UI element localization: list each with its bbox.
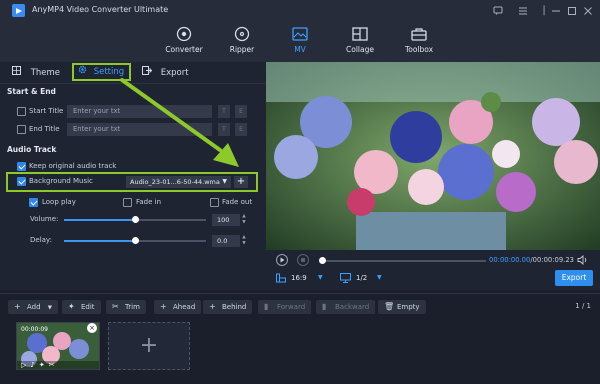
scissors-icon: ✂ bbox=[112, 302, 119, 311]
backward-button[interactable]: ▮ Backward bbox=[316, 300, 376, 314]
trim-label: Trim bbox=[125, 303, 140, 311]
backward-icon: ▮ bbox=[322, 302, 327, 311]
behind-label: Behind bbox=[222, 303, 247, 311]
export-button[interactable]: Export bbox=[555, 270, 593, 286]
aspect-dropdown-icon[interactable]: ▼ bbox=[318, 274, 323, 281]
ahead-button[interactable]: + Ahead bbox=[154, 300, 202, 314]
clip-action-icons[interactable]: ▷♪✦✂ bbox=[21, 361, 59, 369]
backward-label: Backward bbox=[335, 303, 370, 311]
forward-button[interactable]: ▮ Forward bbox=[258, 300, 312, 314]
plus-icon: + bbox=[14, 302, 21, 311]
add-clip-slot[interactable]: + bbox=[108, 322, 190, 370]
volume-icon[interactable] bbox=[577, 255, 588, 265]
stop-icon[interactable] bbox=[297, 254, 309, 266]
add-button[interactable]: + Add ▼ bbox=[8, 300, 59, 314]
behind-icon: + bbox=[209, 302, 216, 311]
video-preview[interactable] bbox=[266, 62, 600, 250]
empty-button[interactable]: 🗑 Empty bbox=[378, 300, 426, 314]
playback-timeline[interactable] bbox=[320, 260, 486, 262]
clip-pager: 1 / 1 bbox=[575, 302, 591, 310]
add-label: Add bbox=[27, 303, 41, 311]
empty-label: Empty bbox=[397, 303, 420, 311]
forward-icon: ▮ bbox=[264, 302, 269, 311]
remove-clip-icon[interactable]: × bbox=[87, 323, 97, 333]
edit-button[interactable]: ✦ Edit bbox=[62, 300, 101, 314]
ahead-label: Ahead bbox=[173, 303, 196, 311]
chevron-down-icon: ▼ bbox=[47, 305, 53, 311]
behind-button[interactable]: + Behind bbox=[203, 300, 253, 314]
forward-label: Forward bbox=[277, 303, 306, 311]
page-indicator: 1/2 bbox=[356, 274, 368, 282]
aspect-ratio-value[interactable]: 16:9 bbox=[291, 274, 307, 282]
timecode: 00:00:00.00/00:00:09.23 bbox=[489, 256, 574, 264]
aspect-ratio-icon bbox=[276, 273, 286, 283]
trim-button[interactable]: ✂ Trim bbox=[106, 300, 146, 314]
ahead-icon: + bbox=[160, 302, 167, 311]
trash-icon: 🗑 bbox=[384, 302, 395, 311]
play-icon[interactable] bbox=[276, 254, 288, 266]
timeline-thumb[interactable] bbox=[319, 257, 326, 264]
page-dropdown-icon[interactable]: ▼ bbox=[377, 274, 382, 281]
edit-icon: ✦ bbox=[68, 302, 75, 311]
divider bbox=[0, 293, 600, 294]
monitor-icon bbox=[340, 273, 351, 283]
clip-duration: 00:00:09 bbox=[21, 326, 48, 333]
edit-label: Edit bbox=[81, 303, 95, 311]
plus-icon: + bbox=[139, 333, 159, 358]
flower-bouquet-image bbox=[266, 62, 600, 250]
